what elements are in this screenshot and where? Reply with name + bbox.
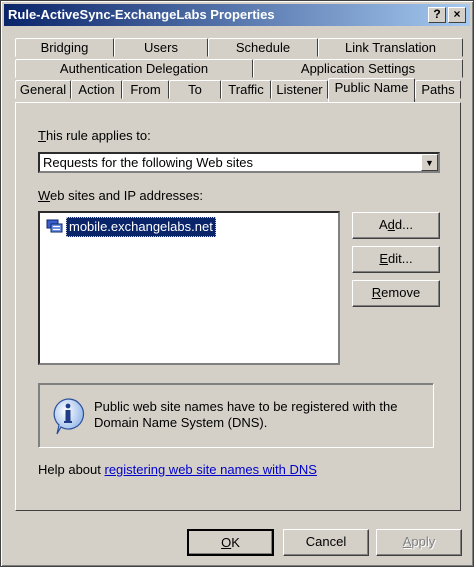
web-site-entry: mobile.exchangelabs.net <box>66 217 216 237</box>
tab-application-settings[interactable]: Application Settings <box>253 59 463 78</box>
cancel-button[interactable]: Cancel <box>283 529 369 556</box>
tab-paths[interactable]: Paths <box>415 80 461 99</box>
window-title: Rule-ActiveSync-ExchangeLabs Properties <box>8 7 275 22</box>
info-icon <box>53 398 85 435</box>
apply-button[interactable]: Apply <box>376 529 462 556</box>
remove-button[interactable]: Remove <box>352 280 440 307</box>
tab-public-name[interactable]: Public Name <box>328 78 415 102</box>
properties-dialog: Rule-ActiveSync-ExchangeLabs Properties … <box>0 0 474 567</box>
chevron-down-icon[interactable]: ▼ <box>421 154 438 171</box>
tab-from[interactable]: From <box>122 80 169 99</box>
help-line: Help about registering web site names wi… <box>38 462 317 477</box>
close-button[interactable]: × <box>448 7 466 23</box>
tab-bridging[interactable]: Bridging <box>15 38 114 57</box>
tab-link-translation[interactable]: Link Translation <box>318 38 463 57</box>
tab-users[interactable]: Users <box>114 38 208 57</box>
web-site-icon <box>46 219 63 233</box>
title-bar: Rule-ActiveSync-ExchangeLabs Properties … <box>4 4 470 26</box>
web-sites-label: Web sites and IP addresses: <box>38 188 204 203</box>
help-prefix: Help about <box>38 462 105 477</box>
dns-help-link[interactable]: registering web site names with DNS <box>105 462 317 477</box>
dns-info-text: Public web site names have to be registe… <box>94 399 398 430</box>
dns-info-box: Public web site names have to be registe… <box>38 383 434 448</box>
tab-traffic[interactable]: Traffic <box>221 80 271 99</box>
applies-to-dropdown[interactable]: Requests for the following Web sites ▼ <box>38 152 440 173</box>
edit-button[interactable]: Edit... <box>352 246 440 273</box>
add-button[interactable]: Add... <box>352 212 440 239</box>
applies-to-label: This rule applies to: <box>38 128 151 143</box>
tab-authentication-delegation[interactable]: Authentication Delegation <box>15 59 253 78</box>
applies-to-value: Requests for the following Web sites <box>43 155 254 170</box>
tab-schedule[interactable]: Schedule <box>208 38 318 57</box>
list-item[interactable]: mobile.exchangelabs.net <box>44 216 336 237</box>
tab-action[interactable]: Action <box>71 80 122 99</box>
web-sites-list[interactable]: mobile.exchangelabs.net <box>38 211 340 365</box>
help-button[interactable]: ? <box>428 7 446 23</box>
tab-to[interactable]: To <box>169 80 221 99</box>
ok-button[interactable]: OK <box>187 529 274 556</box>
tab-listener[interactable]: Listener <box>271 80 328 99</box>
tab-general[interactable]: General <box>15 80 71 99</box>
